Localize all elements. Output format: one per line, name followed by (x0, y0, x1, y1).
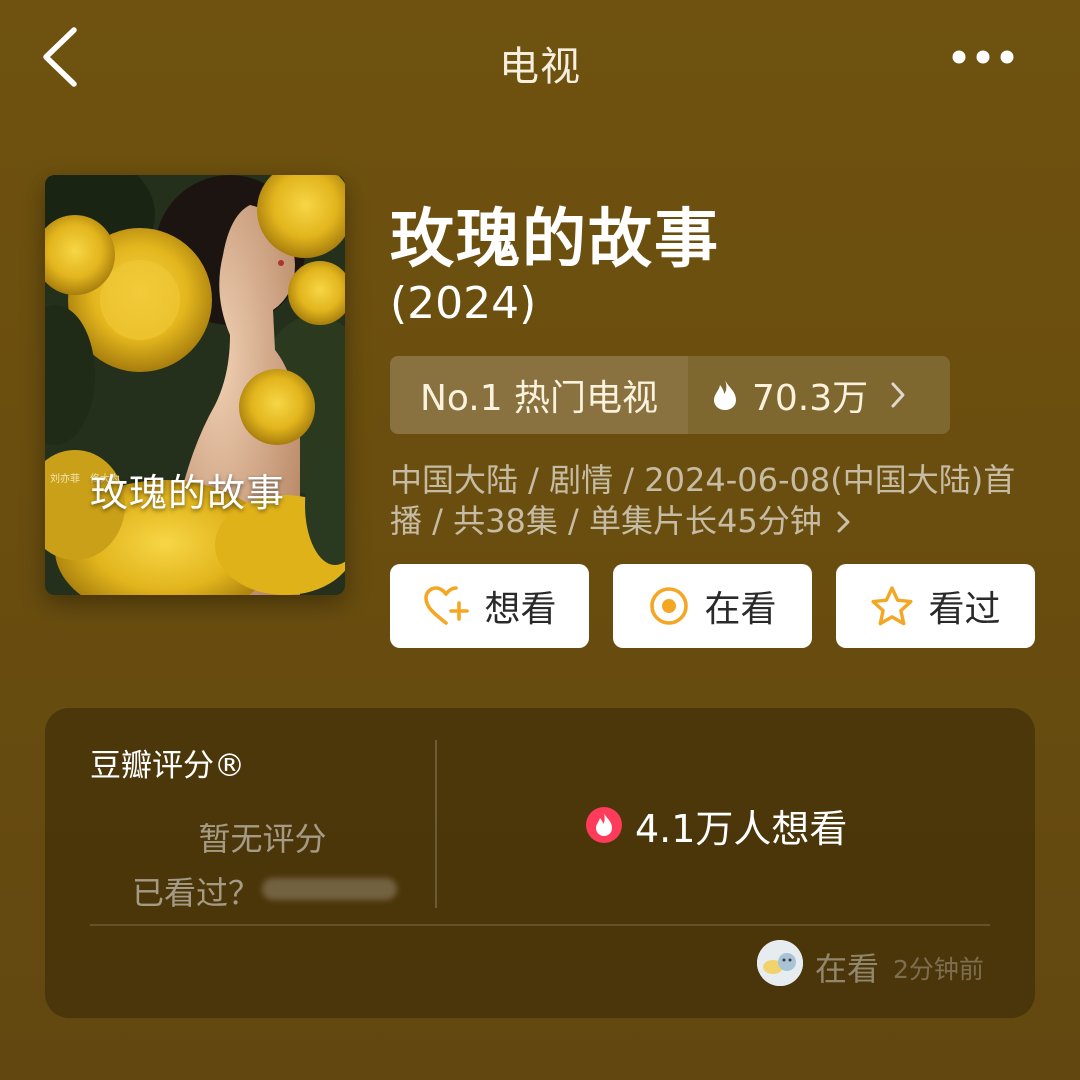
card-divider-vertical (435, 740, 437, 908)
douban-rating-title: 豆瓣评分® (90, 748, 245, 784)
star-outline-icon (871, 586, 913, 626)
blurred-rating-stars[interactable] (262, 878, 397, 900)
heart-plus-icon (424, 586, 470, 625)
page-title: 电视 (499, 44, 581, 90)
activity-status: 在看 (815, 950, 880, 988)
chevron-right-icon (837, 511, 850, 532)
hot-section: 70.3万 (688, 356, 950, 434)
poster-artwork (45, 175, 345, 595)
want-to-watch-label: 想看 (484, 589, 557, 630)
meta-line-2: 播 / 共38集 / 单集片长45分钟 (390, 502, 822, 540)
watched-button[interactable]: 看过 (836, 564, 1035, 648)
show-meta-info[interactable]: 中国大陆 / 剧情 / 2024-06-08(中国大陆)首 播 / 共38集 /… (390, 460, 1040, 542)
show-year: (2024) (390, 278, 537, 329)
want-count-row: 4.1万人想看 (585, 800, 848, 851)
rank-section: No.1 热门电视 (390, 356, 688, 434)
more-button[interactable] (945, 32, 1025, 82)
ranking-pill[interactable]: No.1 热门电视 70.3万 (390, 356, 950, 434)
rank-label: No.1 热门电视 (419, 378, 659, 419)
top-nav-bar: 电视 (0, 0, 1080, 120)
meta-line-2-wrap: 播 / 共38集 / 单集片长45分钟 (390, 501, 1040, 542)
more-dots-icon (952, 50, 1014, 64)
poster-image[interactable] (45, 175, 345, 595)
want-to-watch-button[interactable]: 想看 (390, 564, 589, 648)
meta-line-1: 中国大陆 / 剧情 / 2024-06-08(中国大陆)首 (390, 461, 1016, 499)
watched-label: 看过 (928, 589, 1001, 630)
show-title: 玫瑰的故事 (390, 203, 720, 277)
want-count: 4.1万人想看 (635, 806, 848, 851)
poster-title-overlay: 玫瑰的故事 (90, 471, 286, 515)
user-avatar[interactable] (757, 940, 803, 986)
chevron-right-icon (891, 382, 905, 408)
hot-count: 70.3万 (752, 378, 869, 419)
card-divider-horizontal (90, 924, 990, 926)
flame-icon (714, 380, 736, 410)
flame-badge-icon (586, 807, 622, 843)
avatar-illustration (757, 940, 803, 986)
watched-prompt[interactable]: 已看过？ (132, 868, 260, 914)
no-rating-text: 暂无评分 (198, 820, 327, 858)
watching-button[interactable]: 在看 (613, 564, 812, 648)
target-circle-icon (650, 587, 689, 625)
watching-label: 在看 (704, 589, 777, 630)
activity-time: 2分钟前 (893, 955, 984, 984)
